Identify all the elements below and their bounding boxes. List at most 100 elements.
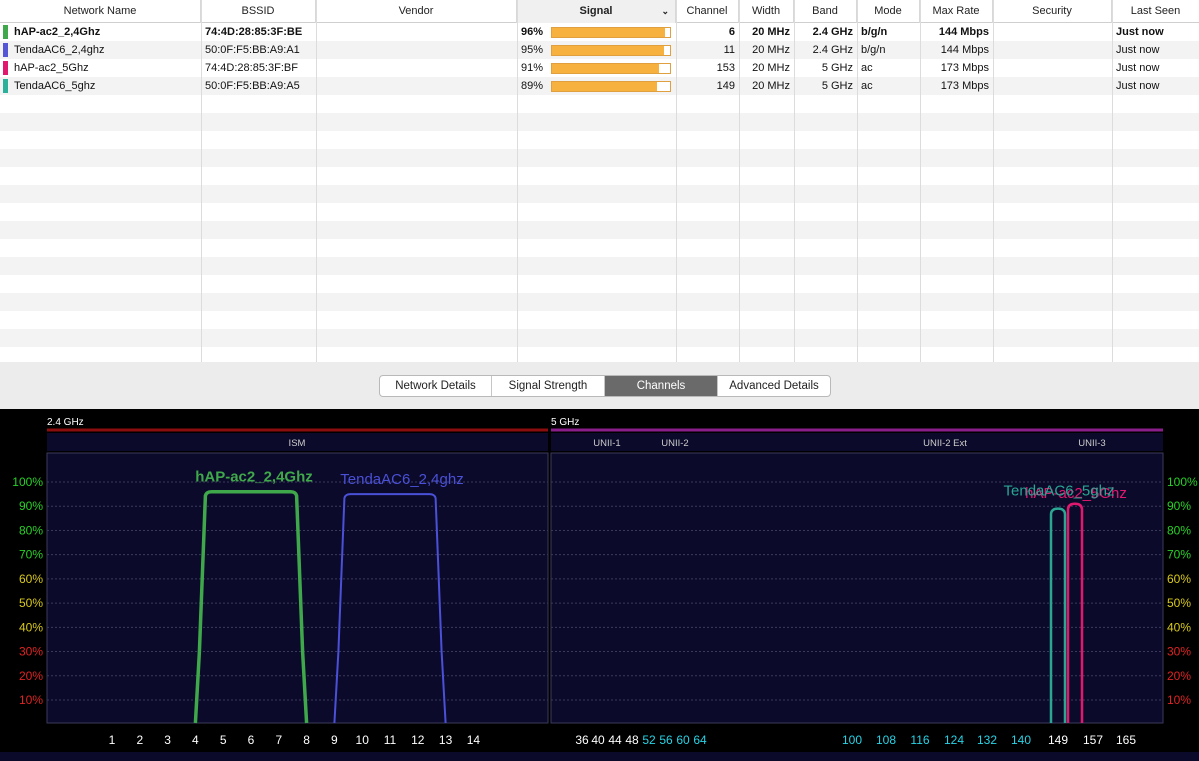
x-tick-label-24: 7 <box>275 733 282 747</box>
subband-unii-1: UNII-1 <box>593 438 621 449</box>
x-tick-label-5: 56 <box>659 733 673 747</box>
x-tick-label-24: 2 <box>136 733 143 747</box>
column-divider <box>993 0 994 362</box>
y-tick-label-left: 10% <box>19 693 43 707</box>
empty-row <box>0 113 1199 131</box>
y-tick-label-left: 70% <box>19 548 43 562</box>
column-divider <box>517 0 518 362</box>
cell-width: 20 MHz <box>752 26 790 38</box>
network-color-swatch <box>3 61 8 75</box>
empty-row <box>0 221 1199 239</box>
x-tick-label-5: 108 <box>876 733 896 747</box>
col-mode[interactable]: Mode <box>857 0 920 23</box>
x-tick-label-5: 132 <box>977 733 997 747</box>
cell-last-seen: Just now <box>1116 44 1160 56</box>
col-bssid[interactable]: BSSID <box>201 0 316 23</box>
empty-row <box>0 293 1199 311</box>
cell-channel: 6 <box>728 26 735 38</box>
y-tick-label-right: 30% <box>1167 645 1191 659</box>
y-tick-label-right: 70% <box>1167 548 1191 562</box>
column-divider <box>676 0 677 362</box>
cell-bssid: 50:0F:F5:BB:A9:A1 <box>205 44 300 56</box>
y-tick-label-left: 50% <box>19 596 43 610</box>
signal-bar <box>551 27 671 38</box>
cell-last-seen: Just now <box>1116 80 1160 92</box>
cell-security <box>993 77 1112 95</box>
x-tick-label-5: 52 <box>642 733 656 747</box>
table-row[interactable]: hAP-ac2_5Ghz 74:4D:28:85:3F:BF 91% 153 20 MH… <box>0 59 1199 77</box>
x-tick-label-24: 12 <box>411 733 425 747</box>
cell-max-rate: 173 Mbps <box>940 62 989 74</box>
col-channel[interactable]: Channel <box>676 0 739 23</box>
channels-chart-svg: 100% 100% 90% 90% 80% 80% 70% 70% 60% 60% 50% 50% 40… <box>0 428 1199 761</box>
tab-signal-strength[interactable]: Signal Strength <box>492 376 605 396</box>
cell-mode: b/g/n <box>861 26 888 38</box>
x-tick-label-5: 36 <box>575 733 589 747</box>
table-row[interactable]: TendaAC6_5ghz 50:0F:F5:BB:A9:A5 89% 149 20 M… <box>0 77 1199 95</box>
cell-width: 20 MHz <box>752 62 790 74</box>
empty-row <box>0 167 1199 185</box>
x-tick-label-5: 157 <box>1083 733 1103 747</box>
column-divider <box>794 0 795 362</box>
column-divider <box>316 0 317 362</box>
column-divider <box>920 0 921 362</box>
subband-unii-2-ext: UNII-2 Ext <box>923 438 967 449</box>
signal-bar <box>551 45 671 56</box>
signal-bar <box>551 81 671 92</box>
tab-network-details[interactable]: Network Details <box>380 376 492 396</box>
cell-max-rate: 173 Mbps <box>940 80 989 92</box>
x-tick-label-24: 14 <box>467 733 481 747</box>
cell-bssid: 74:4D:28:85:3F:BF <box>205 62 298 74</box>
x-tick-label-5: 60 <box>676 733 690 747</box>
subband-unii-3: UNII-3 <box>1078 438 1106 449</box>
x-tick-label-5: 165 <box>1116 733 1136 747</box>
cell-last-seen: Just now <box>1116 62 1160 74</box>
column-divider <box>857 0 858 362</box>
empty-row <box>0 185 1199 203</box>
col-vendor[interactable]: Vendor <box>316 0 517 23</box>
col-max-rate[interactable]: Max Rate <box>920 0 993 23</box>
chevron-down-icon: ⌄ <box>661 6 669 16</box>
cell-band: 2.4 GHz <box>812 44 853 56</box>
signal-bar-fill <box>552 82 658 91</box>
bottom-strip <box>0 752 1199 761</box>
signal-bar-fill <box>552 64 660 73</box>
col-last-seen[interactable]: Last Seen <box>1112 0 1199 23</box>
y-tick-label-left: 80% <box>19 523 43 537</box>
x-tick-label-5: 48 <box>625 733 639 747</box>
table-row[interactable]: TendaAC6_2,4ghz 50:0F:F5:BB:A9:A1 95% 11 20 … <box>0 41 1199 59</box>
empty-row <box>0 203 1199 221</box>
y-tick-label-left: 90% <box>19 499 43 513</box>
cell-band: 5 GHz <box>821 80 853 92</box>
column-divider <box>201 0 202 362</box>
cell-max-rate: 144 Mbps <box>940 44 989 56</box>
x-tick-label-24: 6 <box>248 733 255 747</box>
col-network-name[interactable]: Network Name <box>0 0 201 23</box>
cell-channel: 11 <box>723 44 735 56</box>
tab-advanced-details[interactable]: Advanced Details <box>718 376 830 396</box>
col-width[interactable]: Width <box>739 0 794 23</box>
tab-channels[interactable]: Channels <box>605 376 718 396</box>
network-color-swatch <box>3 79 8 93</box>
x-tick-label-5: 140 <box>1011 733 1031 747</box>
x-tick-label-24: 9 <box>331 733 338 747</box>
empty-row <box>0 95 1199 113</box>
signal-bar-fill <box>552 46 665 55</box>
empty-row <box>0 257 1199 275</box>
empty-row <box>0 275 1199 293</box>
x-tick-label-24: 8 <box>303 733 310 747</box>
x-tick-label-5: 100 <box>842 733 862 747</box>
col-security[interactable]: Security <box>993 0 1112 23</box>
x-tick-label-5: 149 <box>1048 733 1068 747</box>
signal-bar <box>551 63 671 74</box>
empty-row <box>0 329 1199 347</box>
empty-row <box>0 347 1199 362</box>
x-tick-label-24: 4 <box>192 733 199 747</box>
subband-ism: ISM <box>288 438 306 449</box>
series-label-24: hAP-ac2_2,4Ghz <box>195 469 313 486</box>
cell-name: hAP-ac2_5Ghz <box>14 62 89 74</box>
y-tick-label-right: 60% <box>1167 572 1191 586</box>
table-row[interactable]: hAP-ac2_2,4Ghz 74:4D:28:85:3F:BE 96% 6 20 MH… <box>0 23 1199 41</box>
col-band[interactable]: Band <box>794 0 857 23</box>
col-signal[interactable]: Signal ⌄ <box>517 0 676 23</box>
